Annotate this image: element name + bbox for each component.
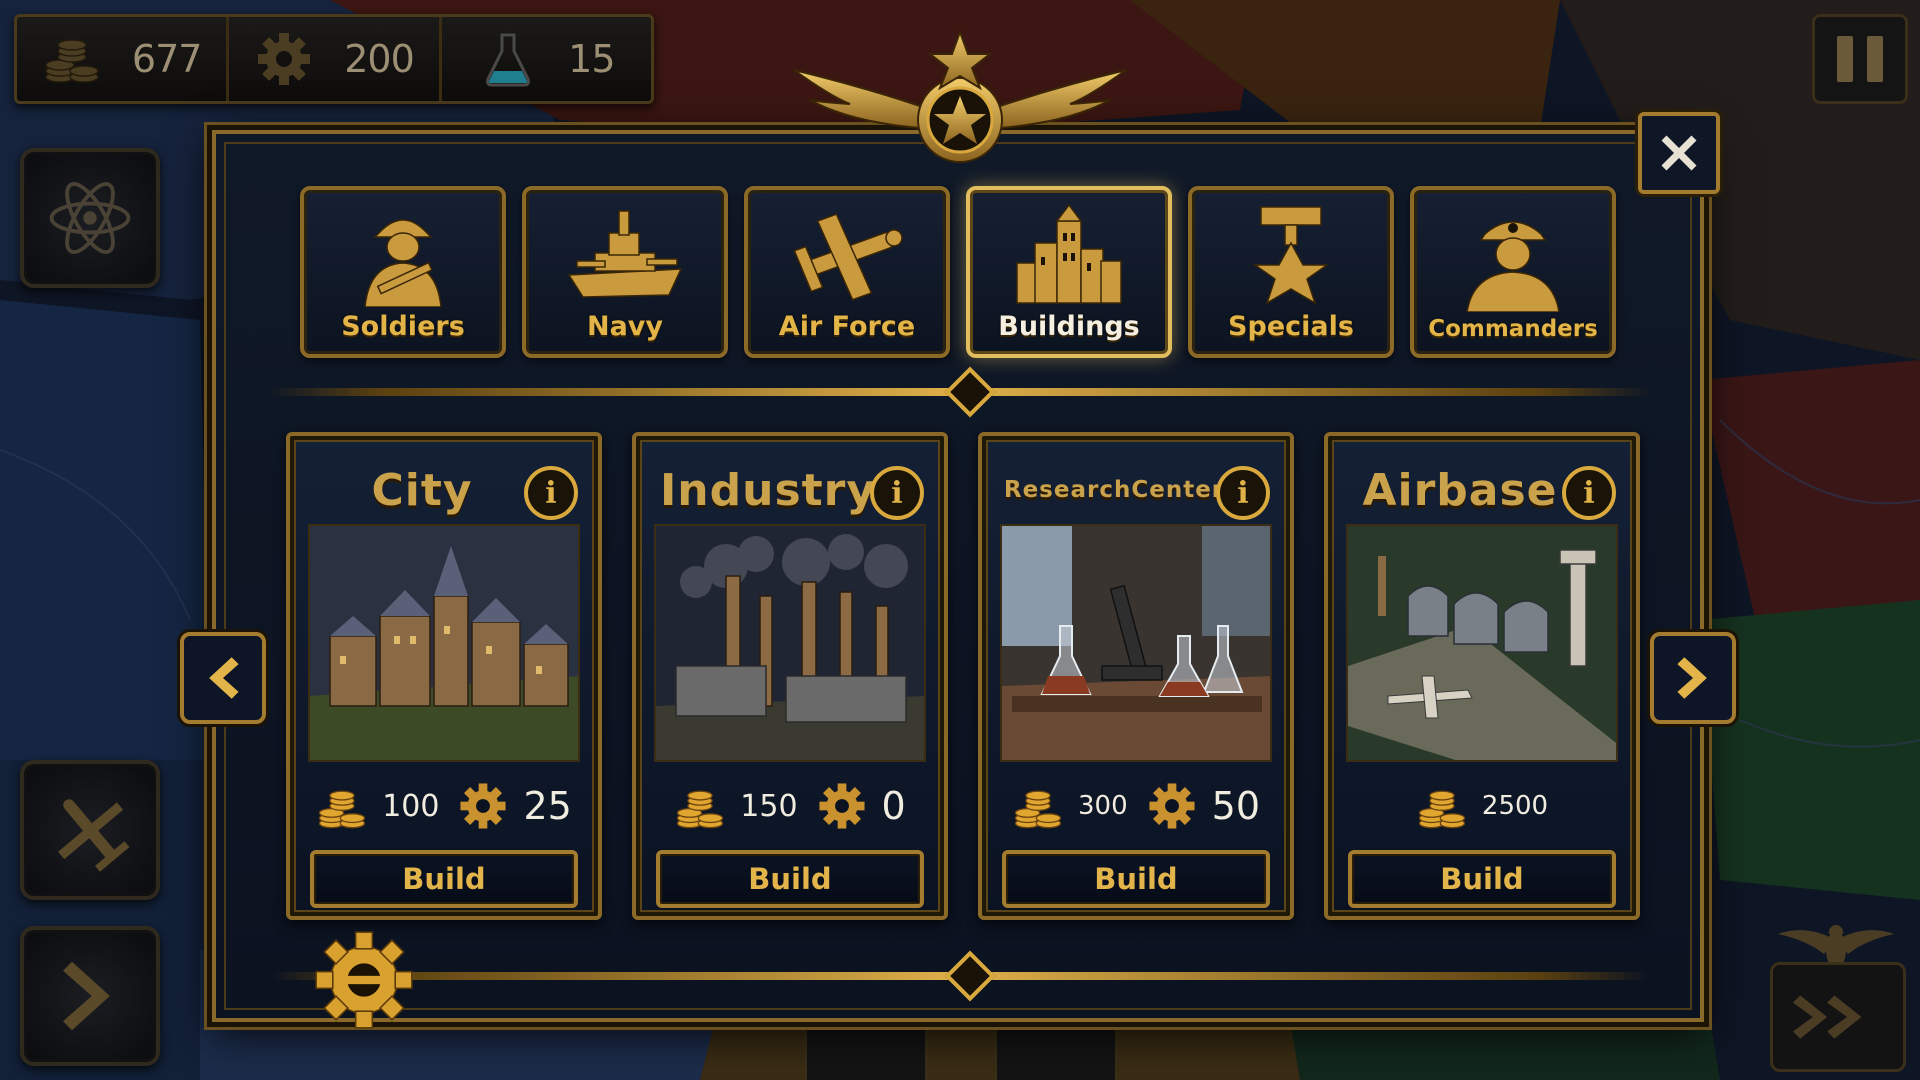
tab-label: Soldiers	[341, 311, 465, 342]
gear-icon	[460, 783, 506, 829]
chevron-right-icon	[1677, 657, 1707, 699]
building-card-city: City i 100 25 Build	[286, 432, 602, 920]
build-button[interactable]: Build	[656, 850, 924, 908]
gear-icon	[818, 783, 865, 829]
card-title: City	[371, 464, 473, 516]
gear-icon	[1149, 783, 1195, 829]
coin-stack-icon	[319, 790, 366, 829]
coin-stack-icon	[677, 790, 724, 829]
build-button[interactable]: Build	[1348, 850, 1616, 908]
production-resource: 200	[229, 17, 442, 101]
coin-cost: 2500	[1416, 780, 1548, 832]
pause-icon-bar	[1867, 36, 1883, 82]
coin-cost: 150	[674, 780, 798, 832]
toolbar-slot-buildings[interactable]	[804, 1020, 928, 1080]
tab-soldiers[interactable]: Soldiers	[300, 186, 506, 358]
pause-button[interactable]	[1812, 14, 1908, 104]
tab-label: Buildings	[998, 311, 1140, 342]
info-button[interactable]: i	[524, 466, 578, 520]
tab-air-force[interactable]: Air Force	[744, 186, 950, 358]
buildings-icon	[1016, 203, 1122, 304]
commander-icon	[1466, 221, 1560, 312]
coin-cost-value: 300	[1078, 791, 1128, 821]
card-title: Industry	[659, 464, 877, 516]
card-title-line1: Research	[1003, 476, 1132, 503]
cost-row: 150 0	[652, 776, 928, 836]
medal-icon	[1252, 206, 1330, 305]
research-center-image	[1000, 524, 1272, 762]
info-button[interactable]: i	[1216, 466, 1270, 520]
cost-row: 300 50	[998, 776, 1274, 836]
research-resource: 15	[442, 17, 651, 101]
cost-row: 100 25	[306, 776, 582, 836]
close-button[interactable]	[1638, 112, 1720, 194]
coin-stack-icon	[1418, 790, 1466, 829]
fast-forward-button[interactable]	[1770, 962, 1906, 1072]
tab-commanders[interactable]: Commanders	[1410, 186, 1616, 358]
coins-resource: 677	[17, 17, 230, 101]
next-page-button[interactable]	[1650, 632, 1736, 724]
card-title: Airbase	[1362, 464, 1558, 516]
research-value: 15	[568, 37, 615, 81]
gear-cost: 50	[1146, 780, 1260, 832]
gear-cost: 25	[457, 780, 572, 832]
next-turn-button[interactable]	[20, 926, 160, 1066]
coin-cost-value: 100	[382, 788, 440, 824]
atom-icon	[49, 182, 131, 254]
gear-cost-value: 0	[881, 784, 906, 828]
tab-label: Air Force	[778, 311, 916, 342]
coin-cost: 100	[316, 780, 439, 832]
industry-image	[654, 524, 926, 762]
card-title: Research Center	[1002, 458, 1226, 522]
previous-page-button[interactable]	[180, 632, 266, 724]
cost-row: 2500	[1344, 776, 1620, 836]
airbase-image	[1346, 524, 1618, 762]
soldier-icon	[364, 219, 442, 307]
coin-stack-icon	[1014, 790, 1062, 829]
coins-value: 677	[131, 37, 203, 81]
aircraft-button[interactable]	[20, 760, 160, 900]
close-icon	[1661, 135, 1697, 171]
building-card-industry: Industry i 150 0 Build	[632, 432, 948, 920]
winged-star-emblem	[793, 29, 1127, 163]
building-card-research-center: Research Center i 300 50 Build	[978, 432, 1294, 920]
resource-bar: 677 200 15	[14, 14, 654, 104]
flask-icon	[486, 33, 531, 87]
tab-buildings[interactable]: Buildings	[966, 186, 1172, 358]
gear-cost-value: 25	[523, 784, 572, 828]
plane-icon	[58, 799, 130, 872]
card-title-line2: Center	[1131, 476, 1225, 503]
production-value: 200	[344, 37, 415, 81]
build-button[interactable]: Build	[310, 850, 578, 908]
tab-label: Specials	[1228, 311, 1354, 342]
tab-specials[interactable]: Specials	[1188, 186, 1394, 358]
chevron-right-icon	[63, 961, 110, 1031]
coin-cost-value: 2500	[1481, 791, 1549, 821]
tab-label: Navy	[586, 311, 664, 342]
gear-cost: 0	[816, 780, 906, 832]
gear-icon	[258, 33, 311, 85]
pause-icon	[1837, 36, 1853, 82]
gear-icon	[315, 931, 413, 1029]
plane-icon	[793, 213, 903, 301]
coin-cost: 300	[1012, 780, 1128, 832]
gear-cost-value: 50	[1211, 784, 1260, 828]
science-button[interactable]	[20, 148, 160, 288]
build-button[interactable]: Build	[1002, 850, 1270, 908]
info-button[interactable]: i	[1562, 466, 1616, 520]
chevron-left-icon	[209, 657, 239, 699]
battleship-icon	[567, 210, 683, 298]
info-button[interactable]: i	[870, 466, 924, 520]
building-card-airbase: Airbase i 2500 Build	[1324, 432, 1640, 920]
city-image	[308, 524, 580, 762]
toolbar-slot-tools[interactable]	[994, 1020, 1118, 1080]
tab-navy[interactable]: Navy	[522, 186, 728, 358]
coin-cost-value: 150	[740, 788, 798, 824]
coin-stack-icon	[45, 39, 99, 83]
tab-label: Commanders	[1428, 316, 1598, 342]
double-chevron-icon	[1793, 995, 1862, 1039]
